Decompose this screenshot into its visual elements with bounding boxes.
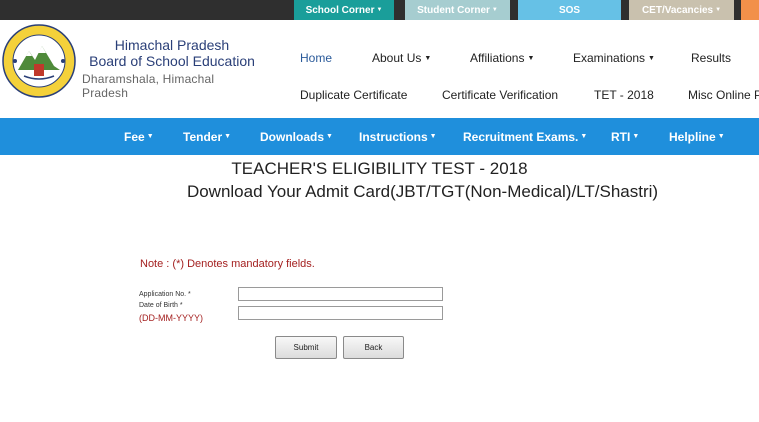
nav-about-us[interactable]: About Us ▼ [372,51,431,65]
nav-label: Fee [124,129,145,144]
tab-label: School Corner [305,4,375,16]
tab-label: CET/Vacancies [641,4,714,16]
tab-student-corner[interactable]: Student Corner ▼ [405,0,510,20]
nav-helpline[interactable]: Helpline ▼ [669,118,725,155]
nav-tet-2018[interactable]: TET - 2018 [594,88,654,102]
caret-down-icon: ▼ [224,133,232,140]
caret-down-icon: ▼ [632,133,640,140]
caret-down-icon: ▼ [715,7,722,13]
nav-duplicate-certificate[interactable]: Duplicate Certificate [300,88,407,102]
nav-tender[interactable]: Tender ▼ [183,118,231,155]
application-number-label: Application No. * [139,291,191,298]
tab-cet-vacancies[interactable]: CET/Vacancies ▼ [629,0,734,20]
board-logo [2,24,76,98]
nav-label: Downloads [260,129,325,144]
tab-label: Student Corner [417,4,490,16]
nav-label: Certificate Verification [442,88,559,102]
caret-down-icon: ▼ [429,133,437,140]
mandatory-note: Note : (*) Denotes mandatory fields. [140,258,315,270]
nav-certificate-verification[interactable]: Certificate Verification [442,88,558,102]
nav-fee[interactable]: Fee ▼ [124,118,154,155]
back-button[interactable]: Back [343,336,404,359]
nav-examinations[interactable]: Examinations ▼ [573,51,655,65]
tab-school-corner[interactable]: School Corner ▼ [294,0,394,20]
nav-label: Helpline [669,129,716,144]
tab-sos[interactable]: SOS [518,0,621,20]
caret-down-icon: ▼ [146,133,154,140]
org-title-block: Himachal Pradesh Board of School Educati… [82,37,262,100]
org-name-line2: Board of School Education [89,53,255,69]
caret-down-icon: ▼ [648,55,655,63]
tab-extra[interactable] [741,0,759,20]
caret-down-icon: ▼ [326,133,333,140]
org-name-line1: Himachal Pradesh [114,37,230,53]
caret-down-icon: ▼ [491,7,498,13]
nav-label: Duplicate Certificate [300,88,408,102]
page-subtitle: Download Your Admit Card(JBT/TGT(Non-Med… [186,182,659,201]
caret-down-icon: ▼ [580,133,588,140]
nav-label: Home [300,51,333,65]
nav-rti[interactable]: RTI ▼ [611,118,639,155]
nav-downloads[interactable]: Downloads ▼ [260,118,333,155]
nav-label: Misc Online Pa [688,88,759,102]
nav-affiliations[interactable]: Affiliations ▼ [470,51,534,65]
application-number-input[interactable] [238,287,443,301]
nav-label: Examinations [573,51,646,65]
nav-recruitment-exams[interactable]: Recruitment Exams. ▼ [463,118,587,155]
caret-down-icon: ▼ [424,55,432,63]
nav-label: Tender [183,129,223,144]
org-location: Dharamshala, Himachal Pradesh [82,72,215,100]
submit-button[interactable]: Submit [275,336,337,359]
caret-down-icon: ▼ [376,7,383,13]
tab-label: SOS [558,4,581,16]
secondary-nav-bar: Fee ▼ Tender ▼ Downloads ▼ Instructions ▼ Re… [0,118,759,155]
nav-label: Results [691,51,732,65]
nav-label: About Us [372,51,422,65]
nav-misc-online[interactable]: Misc Online Pa [688,88,759,102]
nav-label: TET - 2018 [594,88,654,102]
date-of-birth-input[interactable] [238,306,443,320]
date-format-hint: (DD-MM-YYYY) [139,313,203,323]
caret-down-icon: ▼ [527,55,535,63]
nav-label: RTI [611,129,631,144]
nav-instructions[interactable]: Instructions ▼ [359,118,437,155]
nav-home[interactable]: Home [300,51,332,65]
page-title: TEACHER'S ELIGIBILITY TEST - 2018 [231,159,528,178]
nav-label: Instructions [359,129,428,144]
nav-label: Recruitment Exams. [463,129,579,144]
nav-results[interactable]: Results [691,51,731,65]
nav-label: Affiliations [470,51,525,65]
caret-down-icon: ▼ [717,133,725,140]
date-of-birth-label: Date of Birth * [139,302,183,309]
